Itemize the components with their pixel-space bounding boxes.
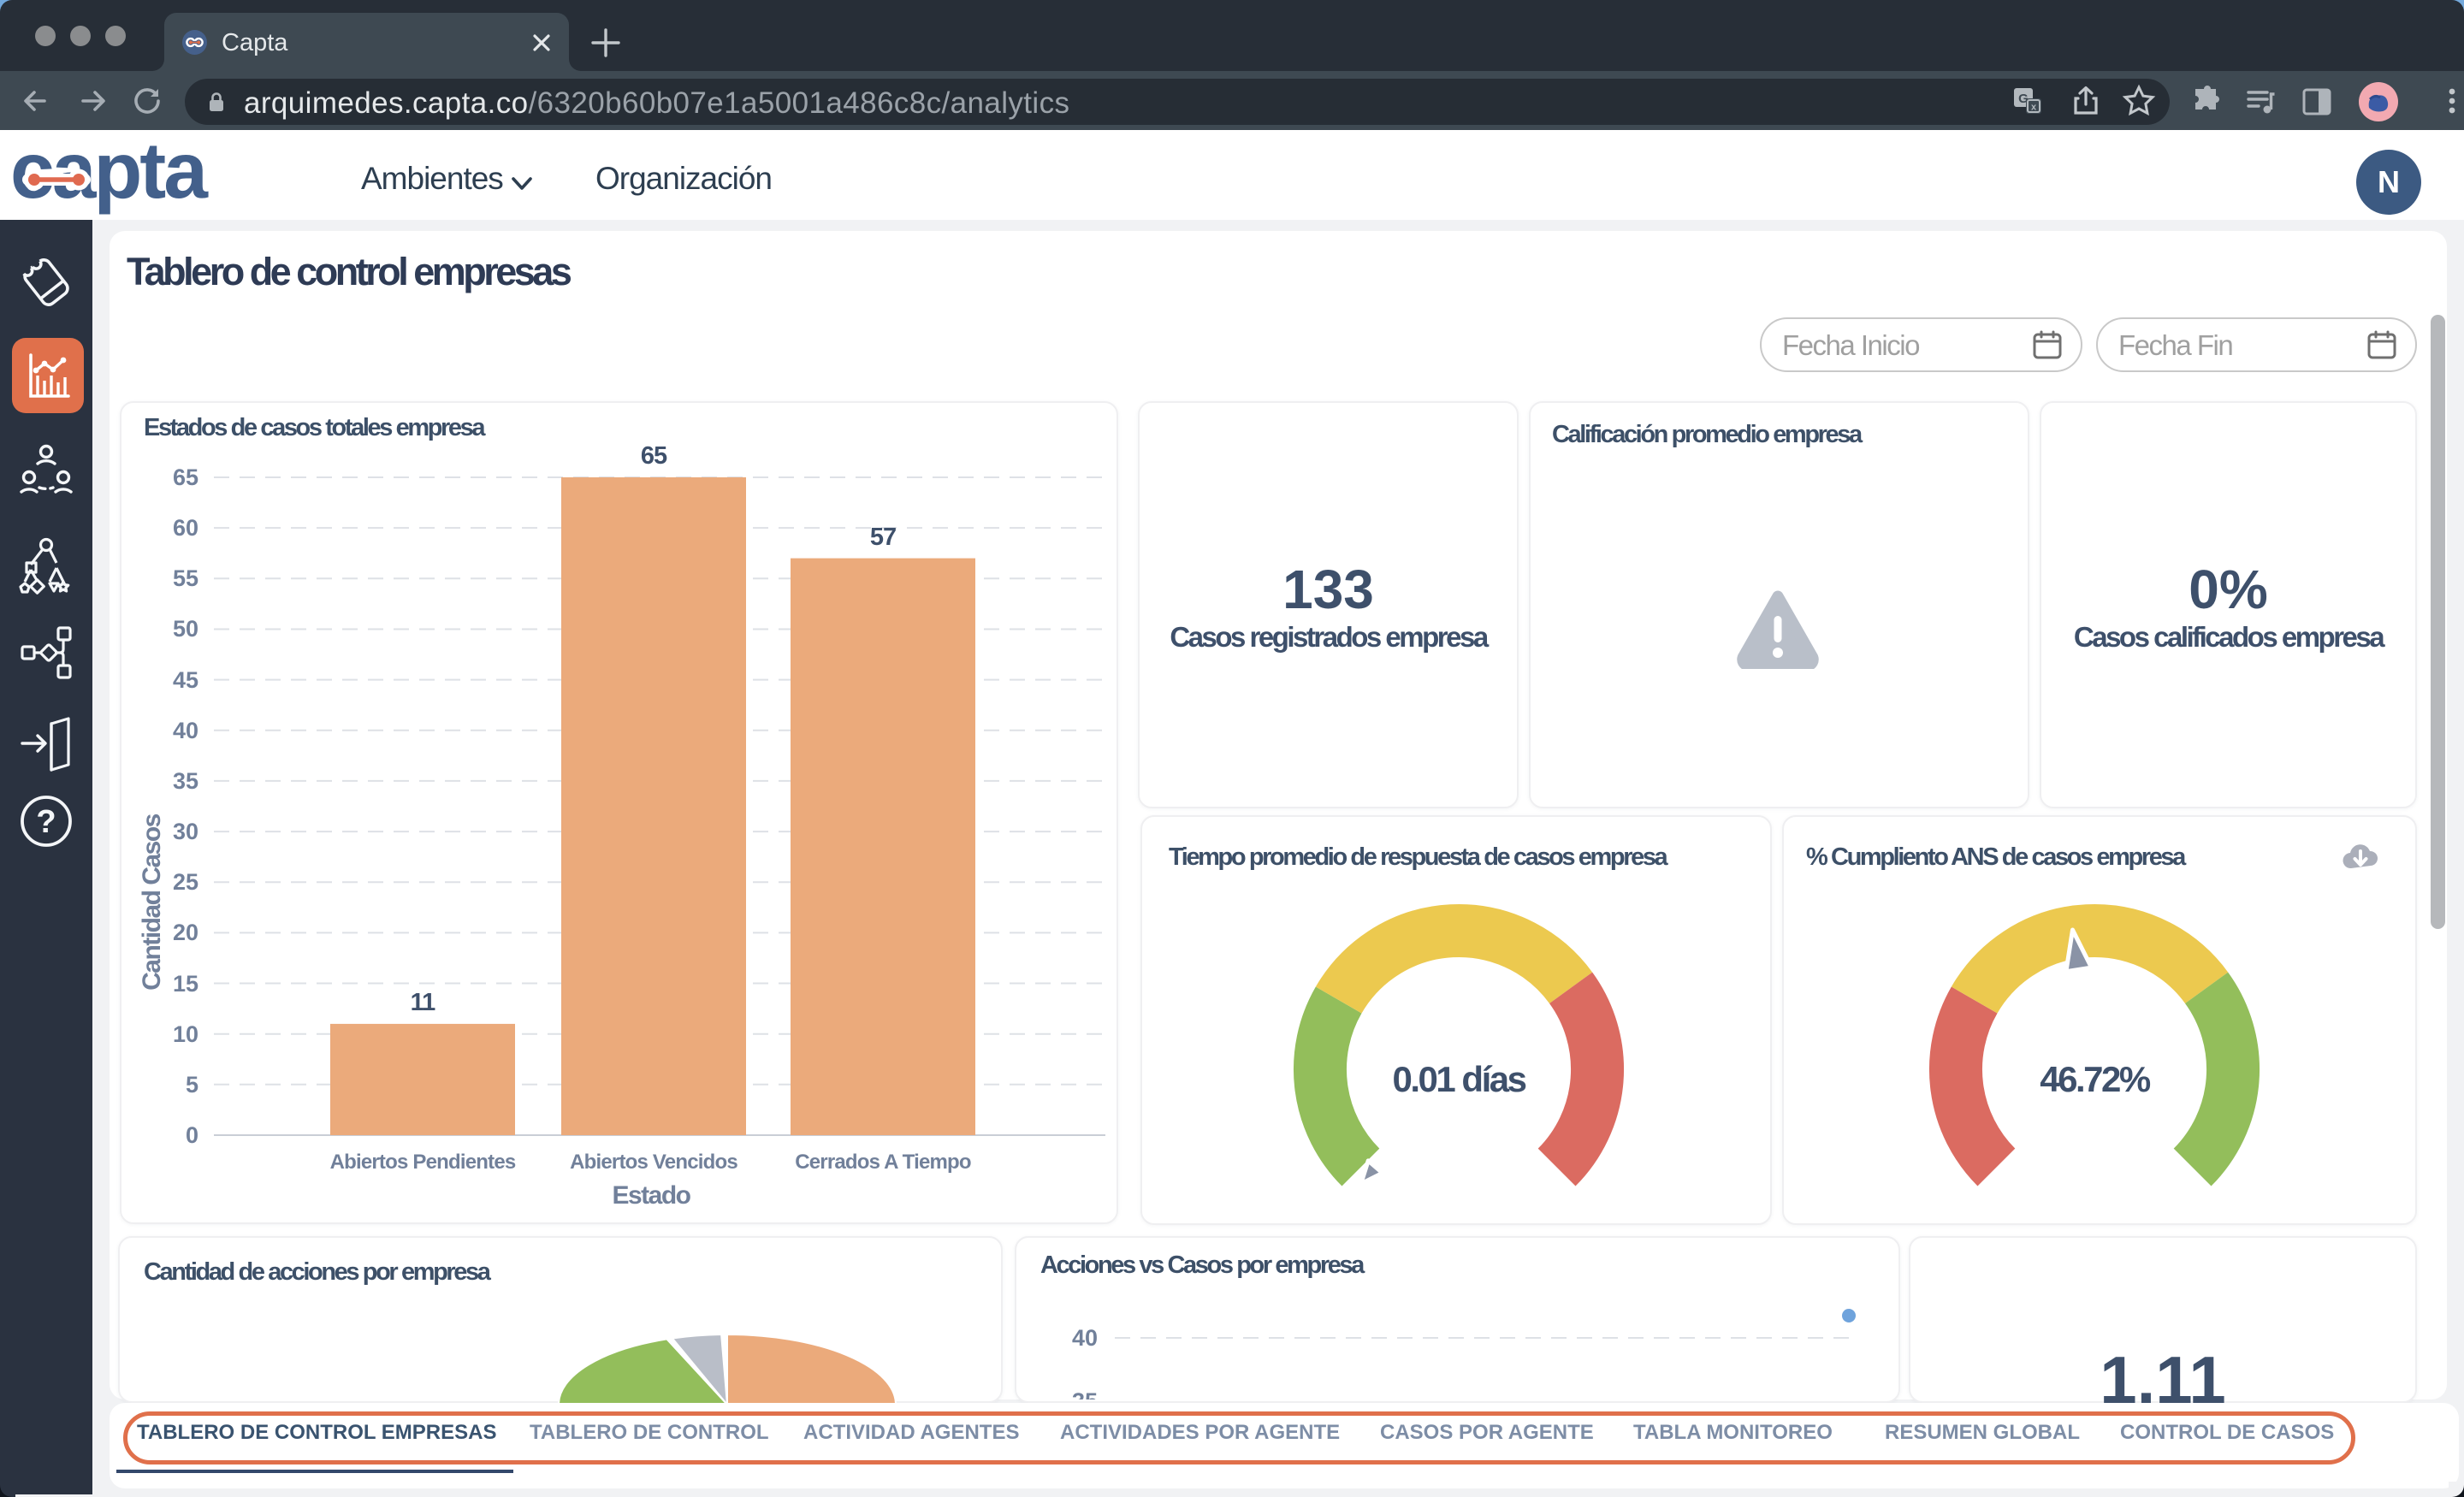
svg-text:50: 50 bbox=[173, 616, 198, 642]
svg-text:20: 20 bbox=[173, 920, 198, 945]
svg-text:5: 5 bbox=[186, 1072, 198, 1098]
svg-text:40: 40 bbox=[173, 718, 198, 743]
svg-text:Abiertos Vencidos: Abiertos Vencidos bbox=[570, 1151, 737, 1174]
svg-text:45: 45 bbox=[173, 667, 198, 693]
svg-text:25: 25 bbox=[173, 869, 198, 895]
svg-text:0: 0 bbox=[186, 1122, 198, 1148]
svg-text:x: x bbox=[2031, 103, 2037, 113]
svg-text:11: 11 bbox=[411, 989, 436, 1016]
svg-text:57: 57 bbox=[870, 524, 896, 551]
svg-text:60: 60 bbox=[173, 515, 198, 541]
svg-text:10: 10 bbox=[173, 1021, 198, 1047]
svg-text:35: 35 bbox=[173, 768, 198, 794]
svg-text:46.72%: 46.72% bbox=[2040, 1059, 2151, 1099]
svg-text:Estado: Estado bbox=[612, 1181, 690, 1210]
svg-text:35: 35 bbox=[1072, 1388, 1098, 1399]
svg-text:65: 65 bbox=[173, 464, 198, 490]
svg-text:55: 55 bbox=[173, 565, 198, 591]
svg-text:65: 65 bbox=[641, 442, 667, 470]
svg-text:Cerrados A Tiempo: Cerrados A Tiempo bbox=[795, 1151, 971, 1174]
svg-text:Abiertos Pendientes: Abiertos Pendientes bbox=[330, 1151, 516, 1174]
svg-text:30: 30 bbox=[173, 819, 198, 844]
svg-text:Cantidad Casos: Cantidad Casos bbox=[138, 814, 166, 991]
svg-text:40: 40 bbox=[1072, 1325, 1098, 1351]
svg-text:0.01 días: 0.01 días bbox=[1393, 1059, 1526, 1099]
svg-text:?: ? bbox=[36, 804, 56, 840]
svg-text:15: 15 bbox=[173, 971, 198, 997]
